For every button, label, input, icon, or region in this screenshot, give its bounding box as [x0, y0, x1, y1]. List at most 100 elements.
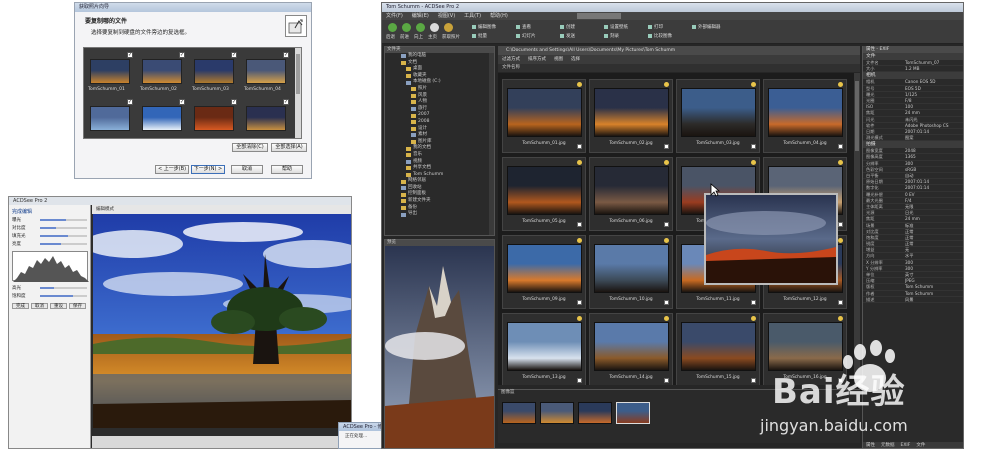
thumbnail-cell[interactable]: TomSchumm_13.jpg: [502, 313, 586, 385]
thumbnail-cell[interactable]: TomSchumm_04.jpg: [763, 79, 847, 153]
toolbar-command[interactable]: 打印: [648, 24, 663, 30]
editor-action-button[interactable]: 保存: [69, 303, 86, 309]
select-all-button[interactable]: 全部选择(A): [271, 143, 307, 152]
folder-tree-item[interactable]: 2008: [385, 119, 494, 126]
edit-panel-tab[interactable]: 完成编辑: [12, 208, 87, 215]
folder-tree-item[interactable]: 2007: [385, 112, 494, 119]
folder-tree-item[interactable]: 图片库: [385, 139, 494, 146]
property-value[interactable]: 图案: [905, 135, 963, 140]
property-value[interactable]: 2048: [905, 148, 963, 153]
adjust-slider[interactable]: 高光: [12, 285, 87, 291]
folder-tree-item[interactable]: 风景: [385, 93, 494, 100]
thumbnail-cell[interactable]: TomSchumm_16.jpg: [763, 313, 847, 385]
property-value[interactable]: 300: [905, 266, 963, 271]
property-value[interactable]: 24 mm: [905, 216, 963, 221]
properties-section-header[interactable]: 拍摄: [863, 141, 963, 149]
thumbnail-cell[interactable]: ✓: [87, 98, 135, 138]
thumbnail-scrollbar[interactable]: [295, 48, 301, 138]
toolbar-button-icon[interactable]: [402, 23, 411, 32]
adjust-slider-track[interactable]: [40, 219, 87, 221]
properties-tab[interactable]: EXIF: [901, 442, 911, 448]
thumbnail-checkbox[interactable]: ✓: [127, 99, 133, 105]
thumbnail-cell[interactable]: TomSchumm_15.jpg: [676, 313, 760, 385]
sort-label[interactable]: 文件名称: [502, 65, 520, 70]
adjust-slider-track[interactable]: [40, 287, 87, 289]
folder-tree-item[interactable]: 回收站: [385, 185, 494, 192]
toolbar-command[interactable]: 幻灯片: [516, 33, 536, 39]
toolbar-button-icon[interactable]: [430, 23, 439, 32]
toolbar-command[interactable]: 编辑图像: [472, 24, 496, 30]
folder-tree-item[interactable]: 视频: [385, 159, 494, 166]
toolbar-command[interactable]: 设置壁纸: [604, 24, 628, 30]
toolbar-command[interactable]: 刻录: [604, 33, 619, 39]
folder-path-bar[interactable]: C:\Documents and Settings\All Users\Docu…: [498, 46, 860, 55]
thumbnail-checkbox[interactable]: ✓: [179, 99, 185, 105]
property-value[interactable]: Adobe Photoshop CS: [905, 123, 963, 128]
property-value[interactable]: 100: [905, 104, 963, 109]
property-value[interactable]: Canon EOS 5D: [905, 79, 963, 84]
folder-tree-item[interactable]: 桌面: [385, 66, 494, 73]
menu-item[interactable]: 视图(V): [438, 12, 455, 20]
property-value[interactable]: 1/125: [905, 92, 963, 97]
property-value[interactable]: 0 EV: [905, 192, 963, 197]
property-value[interactable]: 2007:01:14: [905, 185, 963, 190]
editor-action-button[interactable]: 重设: [50, 303, 67, 309]
property-value[interactable]: 1365: [905, 154, 963, 159]
thumbnail-cell[interactable]: TomSchumm_06.jpg: [589, 157, 673, 231]
cancel-button[interactable]: 取消: [231, 165, 263, 174]
property-value[interactable]: JPEG: [905, 278, 963, 283]
property-value[interactable]: 未闪光: [905, 117, 963, 122]
thumbnail-grid-scrollbar[interactable]: [854, 73, 860, 385]
thumbnail-cell[interactable]: ✓ TomSchumm_03: [191, 51, 239, 95]
folder-tree-item[interactable]: 设计: [385, 126, 494, 133]
folder-tree-item[interactable]: 照片: [385, 86, 494, 93]
thumbnail-cell[interactable]: ✓: [191, 98, 239, 138]
toolbar-command[interactable]: 外部编辑器: [692, 24, 721, 30]
editor-action-button[interactable]: 完成: [12, 303, 29, 309]
toolbar-button-icon[interactable]: [444, 23, 453, 32]
deselect-all-button[interactable]: 全部清除(C): [232, 143, 268, 152]
folder-tree-item[interactable]: 旅行: [385, 106, 494, 113]
folder-tree-item[interactable]: 网络邻居: [385, 178, 494, 185]
thumbnail-cell[interactable]: ✓: [139, 98, 187, 138]
thumbnail-cell[interactable]: TomSchumm_01.jpg: [502, 79, 586, 153]
toolbar-command[interactable]: 批量: [472, 33, 487, 39]
adjust-slider[interactable]: 曝光: [12, 217, 87, 223]
folder-tree-item[interactable]: 本地磁盘 (C:): [385, 79, 494, 86]
adjust-slider-track[interactable]: [40, 295, 87, 297]
adjust-slider[interactable]: 对比度: [12, 225, 87, 231]
thumbnail-cell[interactable]: ✓ TomSchumm_02: [139, 51, 187, 95]
property-value[interactable]: 正常: [905, 235, 963, 240]
file-list-menu[interactable]: 视图: [554, 55, 563, 64]
property-value[interactable]: 风景: [905, 297, 963, 302]
property-value[interactable]: 正常: [905, 229, 963, 234]
property-value[interactable]: 水平: [905, 253, 963, 258]
folder-tree-item[interactable]: Tom Schumm: [385, 172, 494, 179]
file-list-menu[interactable]: 过滤方式: [502, 55, 520, 64]
thumbnail-cell[interactable]: ✓ TomSchumm_01: [87, 51, 135, 95]
folder-tree-item[interactable]: 控制面板: [385, 191, 494, 198]
menu-item[interactable]: 帮助(H): [490, 12, 508, 20]
properties-section-header[interactable]: 相机: [863, 72, 963, 80]
basket-thumbnail[interactable]: [578, 402, 612, 424]
next-button[interactable]: 下一步(N) >: [191, 165, 225, 174]
toolbar-command[interactable]: 发送: [560, 33, 575, 39]
folder-tree-item[interactable]: 共享文档: [385, 165, 494, 172]
properties-tab[interactable]: 文件: [916, 442, 925, 448]
basket-thumbnail[interactable]: [540, 402, 574, 424]
basket-thumbnail[interactable]: [616, 402, 650, 424]
search-box[interactable]: [576, 13, 621, 19]
property-value[interactable]: Tom Schumm: [905, 284, 963, 289]
thumbnail-cell[interactable]: TomSchumm_10.jpg: [589, 235, 673, 309]
properties-tab[interactable]: 元数据: [881, 442, 895, 448]
menu-item[interactable]: 编辑(E): [412, 12, 429, 20]
property-value[interactable]: 300: [905, 161, 963, 166]
thumbnail-cell[interactable]: TomSchumm_05.jpg: [502, 157, 586, 231]
toolbar-command[interactable]: 查看: [516, 24, 531, 30]
property-value[interactable]: 2007:01:14: [905, 129, 963, 134]
properties-section-header[interactable]: 文件: [863, 53, 963, 60]
property-value[interactable]: 无限: [905, 204, 963, 209]
folder-tree-item[interactable]: 导出: [385, 211, 494, 218]
property-value[interactable]: EOS 5D: [905, 86, 963, 91]
thumbnail-checkbox[interactable]: ✓: [283, 99, 289, 105]
